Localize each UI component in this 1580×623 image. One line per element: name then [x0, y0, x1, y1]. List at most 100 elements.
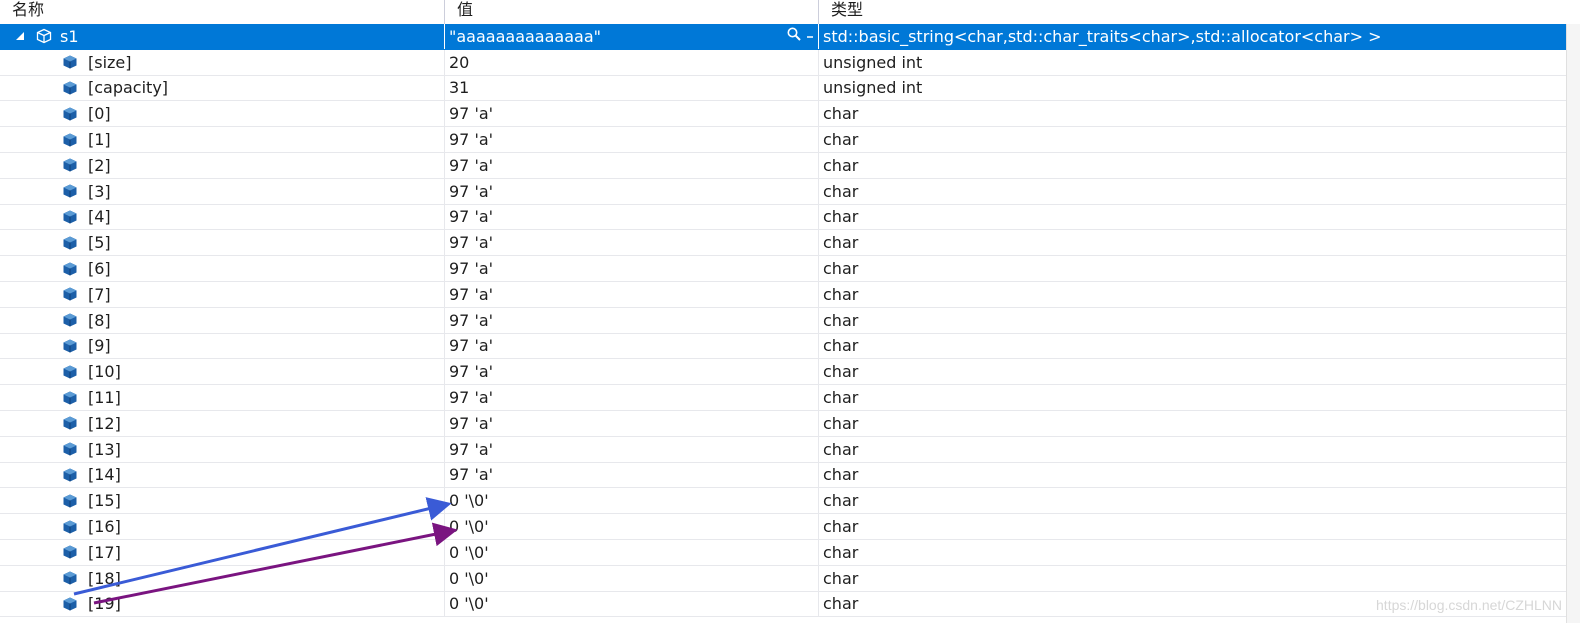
value-cell[interactable]: 97 'a': [445, 334, 818, 359]
row-name: [8]: [88, 310, 111, 330]
watch-row[interactable]: [12] 97 'a' char: [0, 410, 1580, 437]
value-cell[interactable]: 0 '\0': [445, 514, 818, 539]
field-cube-icon: [62, 467, 78, 483]
watch-row[interactable]: [size] 20 unsigned int: [0, 49, 1580, 76]
type-cell: char: [819, 540, 1564, 565]
row-type: char: [823, 207, 859, 227]
watch-row[interactable]: [3] 97 'a' char: [0, 178, 1580, 205]
value-cell[interactable]: 97 'a': [445, 101, 818, 126]
row-value: 0 '\0': [449, 568, 489, 588]
type-cell: char: [819, 463, 1564, 488]
watch-row[interactable]: [4] 97 'a' char: [0, 204, 1580, 231]
row-value: 97 'a': [449, 181, 494, 201]
value-cell[interactable]: 97 'a': [445, 127, 818, 152]
column-header-value[interactable]: 值: [445, 0, 818, 24]
type-cell: char: [819, 101, 1564, 126]
watch-row[interactable]: [13] 97 'a' char: [0, 436, 1580, 463]
value-cell[interactable]: 31: [445, 76, 818, 101]
watch-header: 名称 值 类型: [0, 0, 1580, 25]
value-cell[interactable]: 97 'a': [445, 308, 818, 333]
row-type: char: [823, 465, 859, 485]
type-cell: char: [819, 179, 1564, 204]
row-value: 0 '\0': [449, 491, 489, 511]
field-cube-icon: [62, 544, 78, 560]
watch-row[interactable]: [16] 0 '\0' char: [0, 514, 1580, 540]
watch-row[interactable]: [11] 97 'a' char: [0, 385, 1580, 411]
field-cube-icon: [62, 157, 78, 173]
row-name: [18]: [88, 568, 121, 588]
row-type: unsigned int: [823, 78, 923, 98]
value-cell[interactable]: 20: [445, 50, 818, 75]
watermark-text: https://blog.csdn.net/CZHLNN: [1376, 597, 1562, 613]
field-cube-icon: [62, 338, 78, 354]
name-cell: [18]: [0, 566, 444, 591]
watch-row[interactable]: [capacity] 31 unsigned int: [0, 75, 1580, 102]
name-cell: [1]: [0, 127, 444, 152]
row-value: 97 'a': [449, 130, 494, 150]
dropdown-arrow-icon[interactable]: [806, 27, 814, 46]
column-header-type[interactable]: 类型: [819, 0, 1564, 24]
watch-row-root[interactable]: s1 "aaaaaaaaaaaaaa" std::basic_string<ch…: [0, 24, 1580, 50]
field-cube-icon: [62, 235, 78, 251]
watch-row[interactable]: [6] 97 'a' char: [0, 256, 1580, 282]
row-type: std::basic_string<char,std::char_traits<…: [823, 26, 1382, 46]
field-cube-icon: [62, 80, 78, 96]
name-cell: [5]: [0, 230, 444, 255]
value-cell[interactable]: 0 '\0': [445, 488, 818, 513]
column-header-name[interactable]: 名称: [0, 0, 444, 24]
value-cell[interactable]: 97 'a': [445, 463, 818, 488]
triangle-expanded-icon[interactable]: [14, 30, 26, 42]
row-value: 0 '\0': [449, 517, 489, 537]
watch-row[interactable]: [19] 0 '\0' char: [0, 591, 1580, 618]
name-cell: [3]: [0, 179, 444, 204]
value-cell[interactable]: 97 'a': [445, 411, 818, 436]
row-value: 97 'a': [449, 310, 494, 330]
value-cell[interactable]: 0 '\0': [445, 540, 818, 565]
value-tools: [786, 26, 814, 46]
value-cell[interactable]: "aaaaaaaaaaaaaa": [445, 24, 818, 49]
name-cell: [size]: [0, 50, 444, 75]
magnifier-icon[interactable]: [786, 26, 802, 46]
watch-row[interactable]: [14] 97 'a' char: [0, 462, 1580, 489]
vertical-scrollbar[interactable]: [1566, 24, 1580, 623]
name-cell: [15]: [0, 488, 444, 513]
value-cell[interactable]: 0 '\0': [445, 592, 818, 617]
watch-row[interactable]: [2] 97 'a' char: [0, 152, 1580, 179]
watch-row[interactable]: [0] 97 'a' char: [0, 101, 1580, 128]
value-cell[interactable]: 97 'a': [445, 282, 818, 307]
name-cell: [0]: [0, 101, 444, 126]
row-value: 97 'a': [449, 259, 494, 279]
watch-row[interactable]: [17] 0 '\0' char: [0, 539, 1580, 566]
watch-row[interactable]: [8] 97 'a' char: [0, 307, 1580, 334]
name-cell: [4]: [0, 205, 444, 230]
watch-row[interactable]: [18] 0 '\0' char: [0, 565, 1580, 592]
row-name: [2]: [88, 155, 111, 175]
value-cell[interactable]: 97 'a': [445, 205, 818, 230]
watch-row[interactable]: [1] 97 'a' char: [0, 127, 1580, 153]
row-type: char: [823, 517, 859, 537]
row-name: [3]: [88, 181, 111, 201]
field-cube-icon: [62, 415, 78, 431]
value-cell[interactable]: 97 'a': [445, 385, 818, 410]
row-name: [capacity]: [88, 78, 169, 98]
watch-row[interactable]: [10] 97 'a' char: [0, 359, 1580, 386]
value-cell[interactable]: 97 'a': [445, 359, 818, 384]
name-cell: s1: [0, 24, 444, 49]
watch-row[interactable]: [9] 97 'a' char: [0, 333, 1580, 360]
value-cell[interactable]: 97 'a': [445, 256, 818, 281]
row-name: [9]: [88, 336, 111, 356]
row-type: char: [823, 155, 859, 175]
type-cell: char: [819, 411, 1564, 436]
value-cell[interactable]: 0 '\0': [445, 566, 818, 591]
value-cell[interactable]: 97 'a': [445, 153, 818, 178]
row-value: 97 'a': [449, 207, 494, 227]
object-cube-icon: [36, 28, 52, 44]
value-cell[interactable]: 97 'a': [445, 179, 818, 204]
watch-row[interactable]: [5] 97 'a' char: [0, 230, 1580, 257]
value-cell[interactable]: 97 'a': [445, 230, 818, 255]
row-name: [13]: [88, 439, 121, 459]
watch-row[interactable]: [15] 0 '\0' char: [0, 488, 1580, 515]
row-value: 97 'a': [449, 413, 494, 433]
value-cell[interactable]: 97 'a': [445, 437, 818, 462]
watch-row[interactable]: [7] 97 'a' char: [0, 281, 1580, 308]
